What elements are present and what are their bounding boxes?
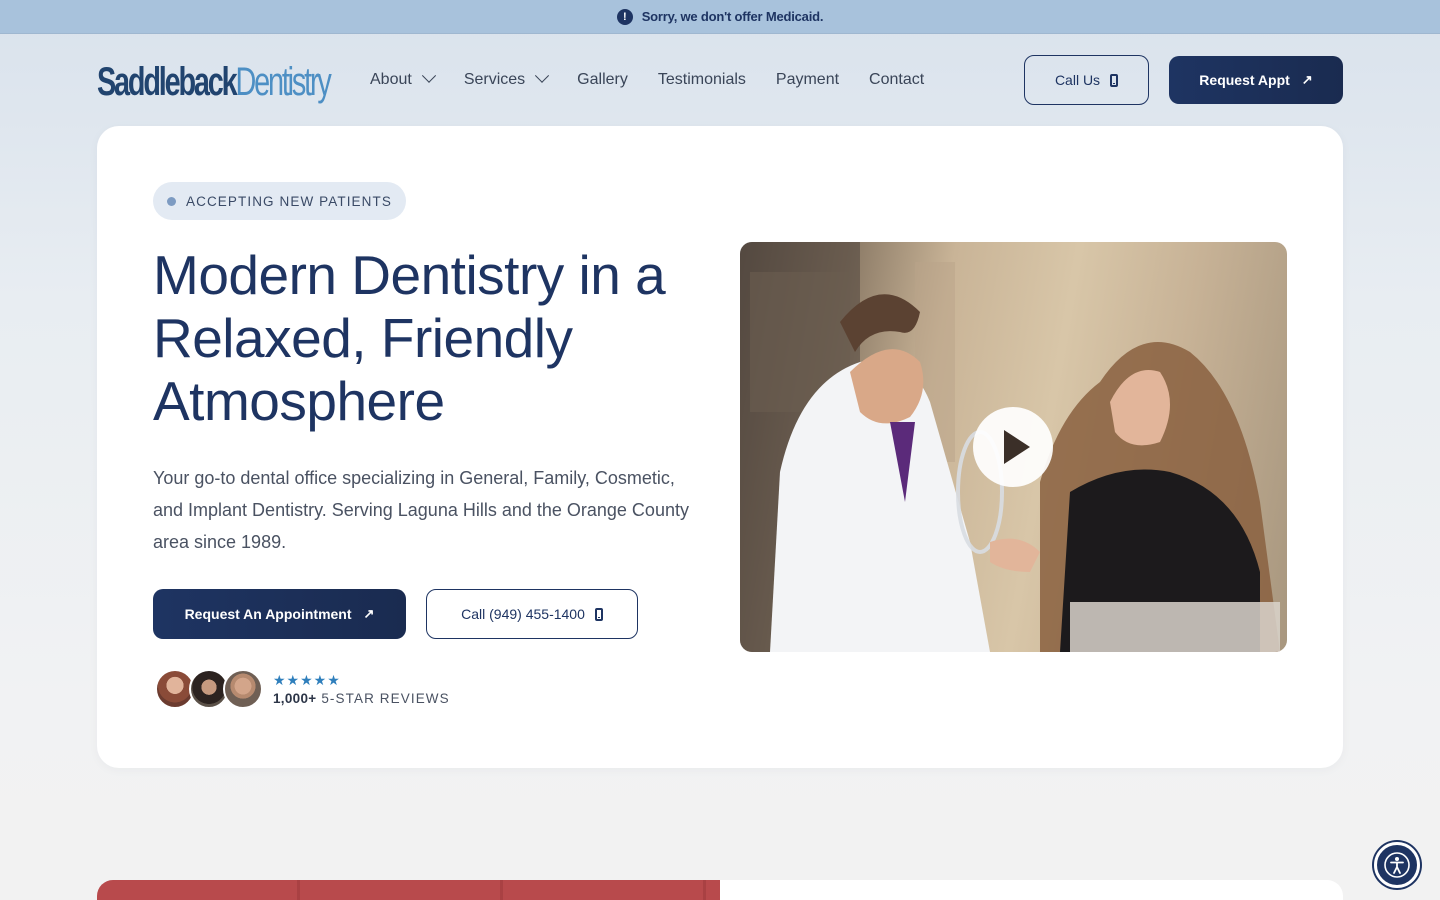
call-us-button[interactable]: Call Us [1024,55,1149,105]
info-icon: ! [616,8,633,25]
request-appointment-button[interactable]: Request An Appointment ↗ [153,589,406,639]
play-button[interactable] [973,407,1053,487]
nav-item-about[interactable]: About [370,68,436,89]
request-appt-button[interactable]: Request Appt ↗ [1169,56,1343,104]
call-phone-button[interactable]: Call (949) 455-1400 [426,589,638,639]
chevron-down-icon [535,68,550,83]
hero-video[interactable] [740,242,1287,652]
notice-bar: ! Sorry, we don't offer Medicaid. [0,0,1440,34]
phone-icon [1110,73,1119,87]
next-section-image [97,880,720,900]
main-nav: About Services Gallery Testimonials Paym… [370,68,924,89]
nav-item-payment[interactable]: Payment [776,71,839,89]
nav-item-gallery[interactable]: Gallery [577,71,628,89]
site-logo[interactable]: Saddleback Dentistry [97,59,332,105]
chevron-down-icon [421,68,436,83]
nav-item-testimonials[interactable]: Testimonials [658,71,746,89]
call-us-label: Call Us [1054,72,1101,88]
nav-label: Gallery [577,71,628,88]
review-count: 1,000+ 5-STAR REVIEWS [273,691,450,706]
logo-text-primary: Saddleback [97,59,238,104]
call-phone-label: Call (949) 455-1400 [461,606,585,622]
arrow-up-right-icon: ↗ [1301,72,1313,87]
request-appt-label: Request Appt [1199,72,1290,88]
hero-card: ACCEPTING NEW PATIENTS Modern Dentistry … [97,126,1343,768]
next-section-card [720,880,1343,900]
nav-item-services[interactable]: Services [463,68,550,89]
accepting-patients-badge: ACCEPTING NEW PATIENTS [153,182,406,220]
nav-item-contact[interactable]: Contact [869,71,924,89]
nav-label: Payment [775,71,840,88]
reviewer-avatars [155,669,263,709]
notice-text: Sorry, we don't offer Medicaid. [641,9,824,24]
header-actions: Call Us Request Appt ↗ [1024,55,1343,105]
nav-label: Contact [869,71,925,88]
phone-icon [594,607,603,621]
star-rating-icon: ★★★★★ [273,672,341,688]
nav-label: Services [463,71,526,88]
logo-text-secondary: Dentistry [235,59,331,104]
nav-label: About [370,71,412,88]
reviews-summary: ★★★★★ 1,000+ 5-STAR REVIEWS [155,669,450,709]
accessibility-icon [1384,852,1410,878]
nav-label: Testimonials [657,71,746,88]
arrow-up-right-icon: ↗ [363,606,375,621]
site-header: Saddleback Dentistry About Services Galle… [0,34,1440,126]
badge-label: ACCEPTING NEW PATIENTS [186,193,392,209]
play-icon [1004,430,1030,464]
accessibility-button[interactable] [1374,842,1420,888]
review-label: 5-STAR REVIEWS [321,691,450,706]
avatar [223,669,263,709]
review-text: ★★★★★ 1,000+ 5-STAR REVIEWS [273,672,450,706]
request-appointment-label: Request An Appointment [184,606,352,622]
status-dot-icon [167,196,176,206]
review-number: 1,000+ [273,691,317,706]
hero-title: Modern Dentistry in a Relaxed, Friendly … [153,244,666,432]
hero-description: Your go-to dental office specializing in… [153,468,689,552]
